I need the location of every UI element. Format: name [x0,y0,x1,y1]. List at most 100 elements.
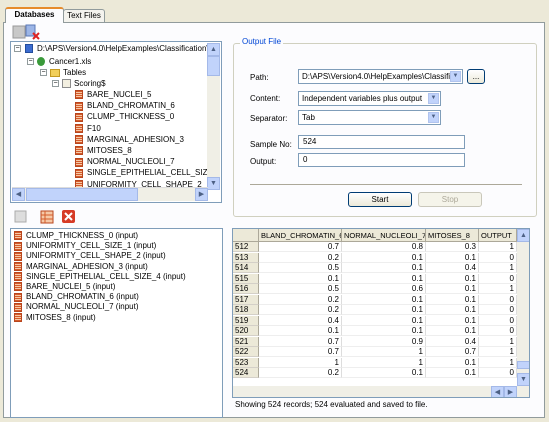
scroll-down-icon[interactable]: ▼ [517,373,529,386]
row-header: 521 [233,336,259,347]
table-row[interactable]: 516 0.5 0.6 0.1 1 [233,284,517,294]
remove-database-icon[interactable] [25,24,41,40]
tree-tables[interactable]: Tables [50,67,86,78]
column-label: SINGLE_EPITHELIAL_CELL_SIZE_ [87,168,218,178]
tree-column-item[interactable]: BARE_NUCLEI_5 [75,89,151,100]
scroll-up-icon[interactable]: ▲ [517,229,529,242]
list-item[interactable]: MITOSES_8 (input) [14,313,96,323]
input-variable-list[interactable]: CLUMP_THICKNESS_0 (input) UNIFORMITY_CELL… [10,228,223,418]
list-item[interactable]: CLUMP_THICKNESS_0 (input) [14,231,138,241]
table-cell: 1 [479,284,517,294]
table-row[interactable]: 521 0.7 0.9 0.4 1 [233,336,517,347]
table-cell: 0.1 [426,315,479,326]
chevron-down-icon[interactable]: ▼ [428,112,439,123]
scroll-thumb[interactable] [207,56,220,76]
sample-field[interactable]: 524 [298,135,465,149]
tree-column-item[interactable]: F10 [75,123,101,134]
column-header[interactable]: NORMAL_NUCLEOLI_7 [342,229,426,242]
row-header: 517 [233,294,259,305]
delete-icon[interactable] [61,209,77,225]
column-header[interactable]: BLAND_CHROMATIN_6 [259,229,342,242]
table-row[interactable]: 522 0.7 1 0.7 1 [233,347,517,357]
tree-column-item[interactable]: SINGLE_EPITHELIAL_CELL_SIZE_ [75,167,217,178]
column-label: BLAND_CHROMATIN_6 [87,101,175,111]
tab-databases[interactable]: Databases [5,7,64,23]
table-row[interactable]: 519 0.4 0.1 0.1 0 [233,315,517,326]
table-cell: 0.1 [259,326,342,336]
column-icon [14,261,22,271]
tree-horizontal-scrollbar[interactable]: ◀ ▶ [12,187,208,201]
table-row[interactable]: 514 0.5 0.1 0.4 1 [233,263,517,273]
tree-column-item[interactable]: CLUMP_THICKNESS_0 [75,111,174,122]
list-item[interactable]: BARE_NUCLEI_5 (input) [14,282,115,292]
output-field[interactable]: 0 [298,153,465,167]
column-icon [75,168,83,178]
column-header[interactable]: MITOSES_8 [426,229,479,242]
tree-column-item[interactable]: NORMAL_NUCLEOLI_7 [75,156,175,167]
tree-column-item[interactable]: MARGINAL_ADHESION_3 [75,134,184,145]
list-item[interactable]: NORMAL_NUCLEOLI_7 (input) [14,302,138,312]
table-horizontal-scrollbar[interactable]: ◀ ▶ [233,386,517,397]
column-header[interactable]: OUTPUT [479,229,517,242]
table-row[interactable]: 512 0.7 0.8 0.3 1 [233,242,517,252]
table-cell: 0.1 [426,252,479,263]
chevron-down-icon[interactable]: ▼ [450,71,461,82]
row-header: 516 [233,284,259,294]
table-row[interactable]: 513 0.2 0.1 0.1 0 [233,252,517,263]
collapse-icon[interactable]: − [40,69,47,76]
list-item[interactable]: UNIFORMITY_CELL_SIZE_1 (input) [14,241,156,251]
scroll-right-icon[interactable]: ▶ [195,188,208,201]
table-cell: 0 [479,315,517,326]
tree-table[interactable]: Scoring$ [62,78,106,89]
scroll-left-icon[interactable]: ◀ [491,386,504,397]
add-input-icon[interactable] [13,209,29,225]
list-item[interactable]: BLAND_CHROMATIN_6 (input) [14,292,139,302]
separator-select[interactable]: Tab ▼ [298,110,441,125]
scroll-thumb[interactable] [517,361,529,369]
column-grid-icon[interactable] [39,209,55,225]
divider [250,184,522,185]
tree-column-item[interactable]: BLAND_CHROMATIN_6 [75,100,175,111]
table-cell: 0.2 [259,252,342,263]
tree-file[interactable]: Cancer1.xls [37,56,91,67]
tab-text-files[interactable]: Text Files [63,9,105,22]
table-row[interactable]: 518 0.2 0.1 0.1 0 [233,305,517,315]
collapse-icon[interactable]: − [52,80,59,87]
table-row[interactable]: 524 0.2 0.1 0.1 0 [233,368,517,378]
table-cell: 1 [479,242,517,252]
table-vertical-scrollbar[interactable]: ▲ ▼ [517,229,529,397]
results-table[interactable]: BLAND_CHROMATIN_6 NORMAL_NUCLEOLI_7 MITO… [232,228,530,398]
table-cell: 0.4 [426,263,479,273]
table-row[interactable]: 523 1 1 0.1 1 [233,357,517,368]
column-icon [75,90,83,100]
list-item[interactable]: UNIFORMITY_CELL_SHAPE_2 (input) [14,251,166,261]
column-icon [75,123,83,133]
scroll-left-icon[interactable]: ◀ [12,188,25,201]
tree-vertical-scrollbar[interactable]: ▲ ▼ [207,43,220,190]
table-row[interactable]: 517 0.2 0.1 0.1 0 [233,294,517,305]
scroll-thumb[interactable] [26,188,138,201]
start-button[interactable]: Start [348,192,412,207]
scroll-up-icon[interactable]: ▲ [207,43,220,56]
row-header-corner [233,229,259,242]
output-label: Output: [250,157,277,166]
collapse-icon[interactable]: − [14,45,21,52]
scroll-down-icon[interactable]: ▼ [207,177,220,190]
scroll-right-icon[interactable]: ▶ [504,386,517,397]
input-label: SINGLE_EPITHELIAL_CELL_SIZE_4 (input) [26,271,186,281]
tree-column-item[interactable]: MITOSES_8 [75,145,132,156]
chevron-down-icon[interactable]: ▼ [428,93,439,104]
database-tree[interactable]: − D:\APS\Version4.0\HelpExamples\Classif… [10,41,222,203]
excel-file-icon [37,57,45,67]
table-row[interactable]: 515 0.1 0.1 0.1 0 [233,273,517,284]
input-label: MITOSES_8 (input) [26,312,96,322]
browse-button[interactable]: ... [467,69,485,84]
content-select[interactable]: Independent variables plus output ▼ [298,91,441,106]
stop-button[interactable]: Stop [418,192,482,207]
tree-root[interactable]: D:\APS\Version4.0\HelpExamples\Classific… [25,43,219,54]
path-select[interactable]: D:\APS\Version4.0\HelpExamples\Classific… [298,69,463,84]
collapse-icon[interactable]: − [27,58,34,65]
list-item[interactable]: MARGINAL_ADHESION_3 (input) [14,262,148,272]
list-item[interactable]: SINGLE_EPITHELIAL_CELL_SIZE_4 (input) [14,272,186,282]
table-row[interactable]: 520 0.1 0.1 0.1 0 [233,326,517,336]
